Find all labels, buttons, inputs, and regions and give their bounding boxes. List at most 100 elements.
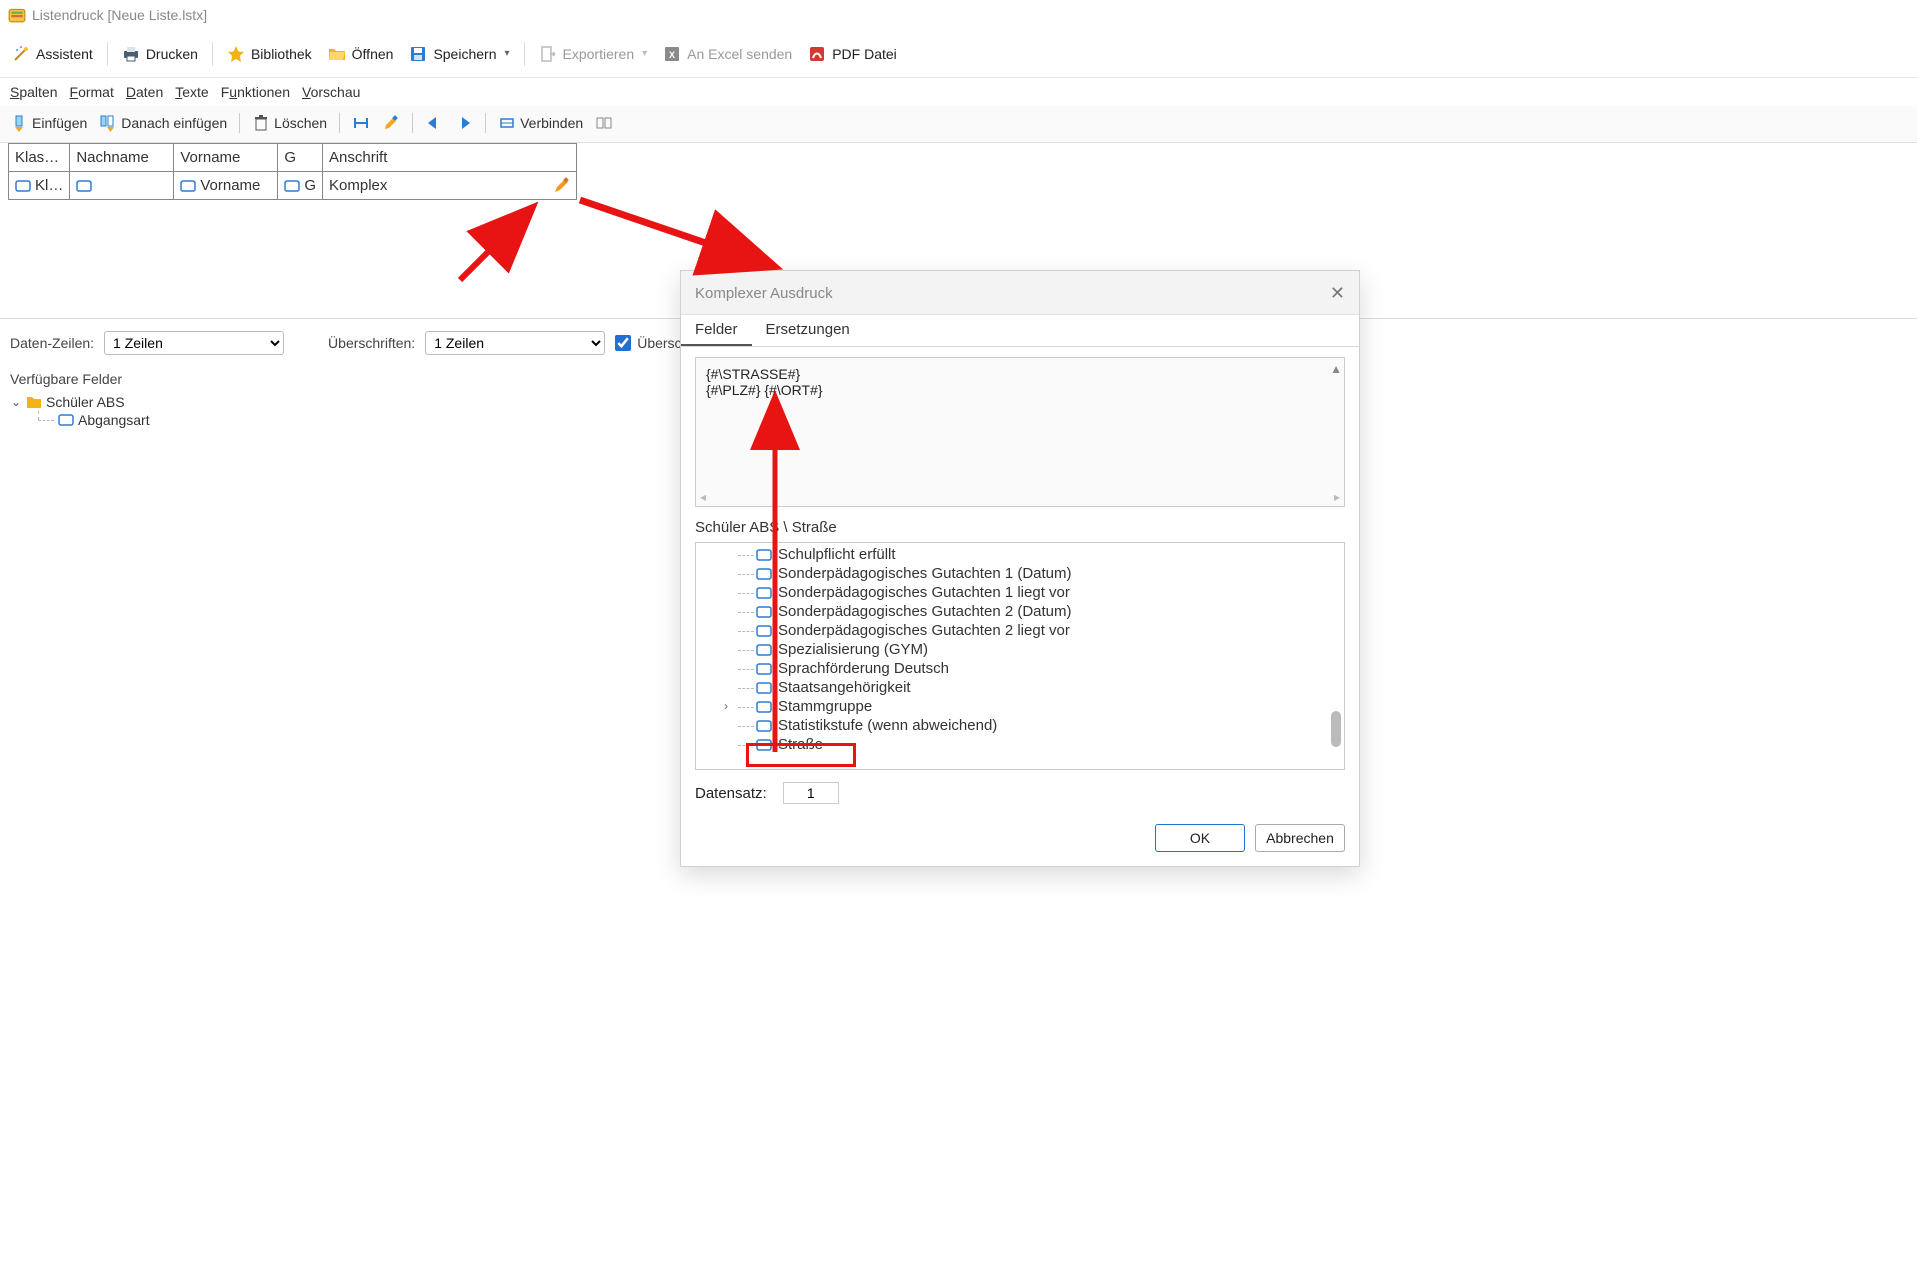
menu-format[interactable]: Format (66, 82, 118, 102)
expression-textarea[interactable]: {#\STRASSE#} {#\PLZ#} {#\ORT#} ▲ ◂ ▸ (695, 357, 1345, 507)
field-icon (756, 549, 772, 561)
cell[interactable]: Vorname (174, 172, 278, 200)
speichern-button[interactable]: Speichern ▾ (403, 41, 515, 67)
cancel-button[interactable]: Abbrechen (1255, 824, 1345, 852)
field-list-label: Straße (778, 736, 823, 753)
ueberschrifte-checkbox[interactable] (615, 335, 631, 351)
field-list-item[interactable]: Sonderpädagogisches Gutachten 1 (Datum) (756, 564, 1344, 583)
excel-button[interactable]: X An Excel senden (657, 41, 798, 67)
menu-texte[interactable]: Texte (171, 82, 212, 102)
tree-root-label: Schüler ABS (46, 394, 125, 410)
field-list-label: Statistikstufe (wenn abweichend) (778, 717, 997, 734)
ok-button[interactable]: OK (1155, 824, 1245, 852)
main-toolbar: Assistent Drucken Bibliothek Öffnen Spei… (0, 30, 1917, 78)
einfuegen-label: Einfügen (32, 115, 87, 131)
scroll-left-icon[interactable]: ◂ (700, 490, 706, 504)
chevron-down-icon: ▾ (642, 48, 647, 59)
drucken-label: Drucken (146, 46, 198, 62)
verbinden-button[interactable]: Verbinden (494, 112, 587, 134)
tab-ersetzungen[interactable]: Ersetzungen (752, 315, 864, 346)
move-right-button[interactable] (451, 112, 477, 134)
cell[interactable]: Kl… (9, 172, 70, 200)
datenzeilen-select[interactable]: 1 Zeilen (104, 331, 284, 355)
scrollbar-thumb[interactable] (1331, 711, 1341, 747)
complex-expression-dialog: Komplexer Ausdruck ✕ Felder Ersetzungen … (680, 270, 1360, 867)
exportieren-button[interactable]: Exportieren ▾ (533, 41, 654, 67)
folder-icon (26, 395, 42, 409)
speichern-label: Speichern (433, 46, 496, 62)
unmerge-button[interactable] (591, 112, 617, 134)
caret-down-icon: ⌄ (10, 395, 22, 409)
einfuegen-button[interactable]: Einfügen (6, 112, 91, 134)
menu-spalten[interactable]: Spalten (6, 82, 62, 102)
field-list-label: Spezialisierung (GYM) (778, 641, 928, 658)
menu-vorschau[interactable]: Vorschau (298, 82, 364, 102)
cell-anschrift[interactable]: Komplex (323, 172, 577, 200)
col-header[interactable]: Anschrift (323, 144, 577, 172)
insert-column-icon (10, 114, 28, 132)
field-icon (756, 663, 772, 675)
scroll-right-icon[interactable]: ▸ (1334, 490, 1340, 504)
oeffnen-label: Öffnen (352, 46, 394, 62)
field-list-item[interactable]: Statistikstufe (wenn abweichend) (756, 716, 1344, 735)
menu-funktionen[interactable]: Funktionen (217, 82, 294, 102)
col-header[interactable]: Vorname (174, 144, 278, 172)
field-list-label: Sonderpädagogisches Gutachten 2 liegt vo… (778, 622, 1070, 639)
width-tool-button[interactable] (348, 112, 374, 134)
field-icon (756, 682, 772, 694)
bibliothek-label: Bibliothek (251, 46, 312, 62)
drucken-button[interactable]: Drucken (116, 41, 204, 67)
field-breadcrumb: Schüler ABS \ Straße (695, 519, 1345, 536)
field-list[interactable]: Schulpflicht erfülltSonderpädagogisches … (695, 542, 1345, 770)
field-list-item[interactable]: Straße (756, 735, 1344, 754)
col-header[interactable]: Klas… (9, 144, 70, 172)
col-header[interactable]: G (278, 144, 323, 172)
assistent-button[interactable]: Assistent (6, 41, 99, 67)
field-list-item[interactable]: Staatsangehörigkeit (756, 678, 1344, 697)
tab-felder[interactable]: Felder (681, 315, 752, 346)
field-list-item[interactable]: Sprachförderung Deutsch (756, 659, 1344, 678)
datensatz-label: Datensatz: (695, 785, 767, 802)
excel-label: An Excel senden (687, 46, 792, 62)
field-icon (756, 720, 772, 732)
verbinden-label: Verbinden (520, 115, 583, 131)
sub-separator (412, 113, 413, 133)
cell[interactable] (70, 172, 174, 200)
field-list-item[interactable]: Schulpflicht erfüllt (756, 545, 1344, 564)
bibliothek-button[interactable]: Bibliothek (221, 41, 318, 67)
move-left-button[interactable] (421, 112, 447, 134)
col-header[interactable]: Nachname (70, 144, 174, 172)
cell[interactable]: G (278, 172, 323, 200)
exportieren-label: Exportieren (563, 46, 635, 62)
star-icon (227, 45, 245, 63)
scrollbar-track[interactable] (1328, 543, 1344, 769)
sub-separator (485, 113, 486, 133)
loeschen-button[interactable]: Löschen (248, 112, 331, 134)
dialog-titlebar[interactable]: Komplexer Ausdruck ✕ (681, 271, 1359, 315)
field-list-item[interactable]: ›Stammgruppe (756, 697, 1344, 716)
scroll-up-icon[interactable]: ▲ (1330, 362, 1342, 376)
field-list-label: Sonderpädagogisches Gutachten 1 liegt vo… (778, 584, 1070, 601)
field-list-item[interactable]: Sonderpädagogisches Gutachten 2 liegt vo… (756, 621, 1344, 640)
pencil-icon[interactable] (552, 177, 570, 195)
danach-button[interactable]: Danach einfügen (95, 112, 231, 134)
brush-button[interactable] (378, 112, 404, 134)
menu-daten[interactable]: Daten (122, 82, 167, 102)
field-list-label: Schulpflicht erfüllt (778, 546, 896, 563)
width-icon (352, 114, 370, 132)
dialog-title: Komplexer Ausdruck (695, 285, 833, 302)
excel-icon: X (663, 45, 681, 63)
toolbar-separator (524, 42, 525, 66)
field-list-item[interactable]: Spezialisierung (GYM) (756, 640, 1344, 659)
close-icon[interactable]: ✕ (1330, 283, 1345, 304)
field-list-item[interactable]: Sonderpädagogisches Gutachten 2 (Datum) (756, 602, 1344, 621)
datensatz-input[interactable] (783, 782, 839, 804)
sub-separator (339, 113, 340, 133)
title-bar: Listendruck [Neue Liste.lstx] (0, 0, 1917, 30)
field-list-item[interactable]: Sonderpädagogisches Gutachten 1 liegt vo… (756, 583, 1344, 602)
pdf-button[interactable]: PDF Datei (802, 41, 903, 67)
dialog-buttons: OK Abbrechen (681, 816, 1359, 866)
oeffnen-button[interactable]: Öffnen (322, 41, 400, 67)
cell-value: Komplex (329, 177, 387, 194)
ueberschriften-select[interactable]: 1 Zeilen (425, 331, 605, 355)
